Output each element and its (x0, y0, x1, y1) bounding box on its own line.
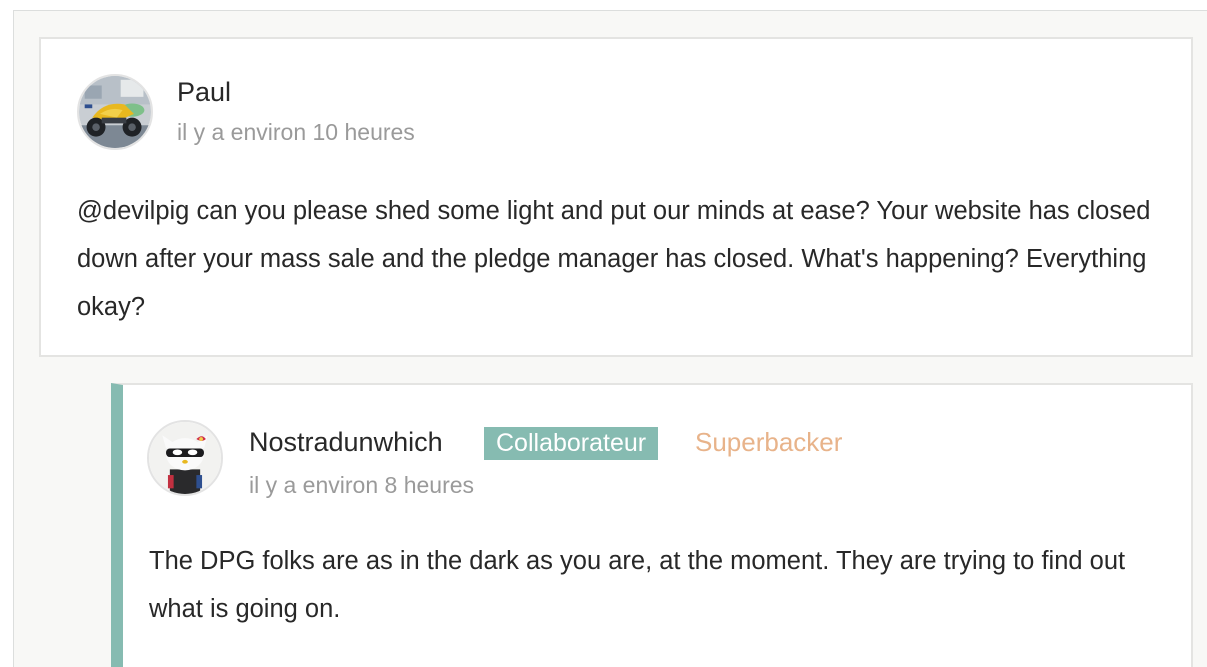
motorcycle-avatar-icon (79, 76, 151, 148)
superbacker-badge: Superbacker (695, 427, 843, 457)
comment-card: Paul il y a environ 10 heures @devilpig … (39, 37, 1193, 357)
comment-timestamp[interactable]: il y a environ 10 heures (177, 119, 415, 146)
reply-body: The DPG folks are as in the dark as you … (149, 547, 1126, 623)
comment-author[interactable]: Paul (177, 77, 231, 108)
avatar[interactable] (147, 420, 223, 496)
comment-body: @devilpig can you please shed some light… (77, 197, 1151, 321)
reply-author[interactable]: Nostradunwhich (249, 427, 443, 458)
reply-timestamp[interactable]: il y a environ 8 heures (249, 472, 474, 499)
avatar[interactable] (77, 74, 153, 150)
reply-card: Nostradunwhich Collaborateur Superbacker… (111, 383, 1193, 667)
masked-cat-figure-avatar-icon (149, 422, 221, 494)
collaborator-badge: Collaborateur (484, 427, 659, 460)
